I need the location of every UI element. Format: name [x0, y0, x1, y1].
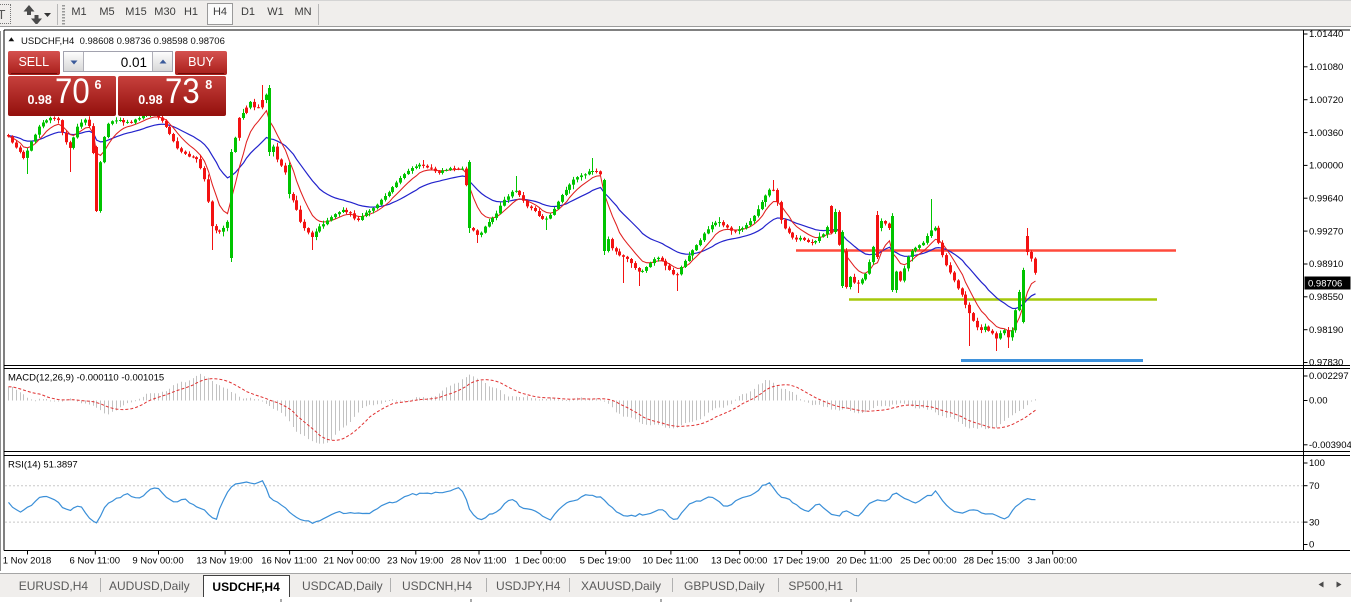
svg-text:10 Dec 11:00: 10 Dec 11:00 [642, 556, 698, 567]
svg-text:1 Dec 00:00: 1 Dec 00:00 [515, 556, 566, 567]
svg-text:0.98706: 0.98706 [1308, 279, 1342, 290]
svg-text:0.99640: 0.99640 [1309, 193, 1343, 204]
svg-text:1 Nov 2018: 1 Nov 2018 [3, 556, 52, 567]
svg-text:0.97830: 0.97830 [1309, 358, 1343, 369]
svg-text:1.00360: 1.00360 [1309, 128, 1343, 139]
svg-text:3 Jan 00:00: 3 Jan 00:00 [1027, 556, 1077, 567]
svg-text:17 Dec 19:00: 17 Dec 19:00 [773, 556, 830, 567]
svg-text:21 Nov 00:00: 21 Nov 00:00 [324, 556, 381, 567]
svg-text:0.98910: 0.98910 [1309, 259, 1343, 270]
svg-text:13 Dec 00:00: 13 Dec 00:00 [711, 556, 768, 567]
svg-text:0.98550: 0.98550 [1309, 292, 1343, 303]
svg-text:70: 70 [1309, 481, 1320, 492]
svg-text:9 Nov 00:00: 9 Nov 00:00 [132, 556, 183, 567]
svg-text:16 Nov 11:00: 16 Nov 11:00 [261, 556, 317, 567]
svg-text:1.00000: 1.00000 [1309, 161, 1343, 172]
svg-text:100: 100 [1309, 458, 1325, 469]
svg-text:23 Nov 19:00: 23 Nov 19:00 [387, 556, 444, 567]
svg-text:0.00: 0.00 [1309, 396, 1328, 407]
svg-text:RSI(14) 51.3897: RSI(14) 51.3897 [8, 460, 78, 471]
svg-text:5 Dec 19:00: 5 Dec 19:00 [580, 556, 631, 567]
svg-text:MACD(12,26,9) -0.000110 -0.001: MACD(12,26,9) -0.000110 -0.001015 [8, 373, 164, 384]
svg-text:1.01440: 1.01440 [1309, 29, 1343, 40]
svg-text:28 Nov 11:00: 28 Nov 11:00 [451, 556, 507, 567]
svg-text:0.002297: 0.002297 [1309, 371, 1349, 382]
svg-text:1.00720: 1.00720 [1309, 95, 1343, 106]
svg-text:1.01080: 1.01080 [1309, 62, 1343, 73]
svg-text:0.99270: 0.99270 [1309, 226, 1343, 237]
svg-text:20 Dec 11:00: 20 Dec 11:00 [836, 556, 892, 567]
svg-text:30: 30 [1309, 517, 1320, 528]
svg-text:25 Dec 00:00: 25 Dec 00:00 [900, 556, 957, 567]
svg-text:-0.003904: -0.003904 [1309, 440, 1351, 451]
svg-text:0: 0 [1309, 540, 1314, 551]
svg-text:28 Dec 15:00: 28 Dec 15:00 [963, 556, 1020, 567]
svg-text:USDCHF,H4 0.98608 0.98736 0.9: USDCHF,H4 0.98608 0.98736 0.98598 0.9870… [21, 36, 225, 47]
svg-text:0.98190: 0.98190 [1309, 325, 1343, 336]
svg-text:13 Nov 19:00: 13 Nov 19:00 [196, 556, 253, 567]
svg-text:6 Nov 11:00: 6 Nov 11:00 [70, 556, 121, 567]
